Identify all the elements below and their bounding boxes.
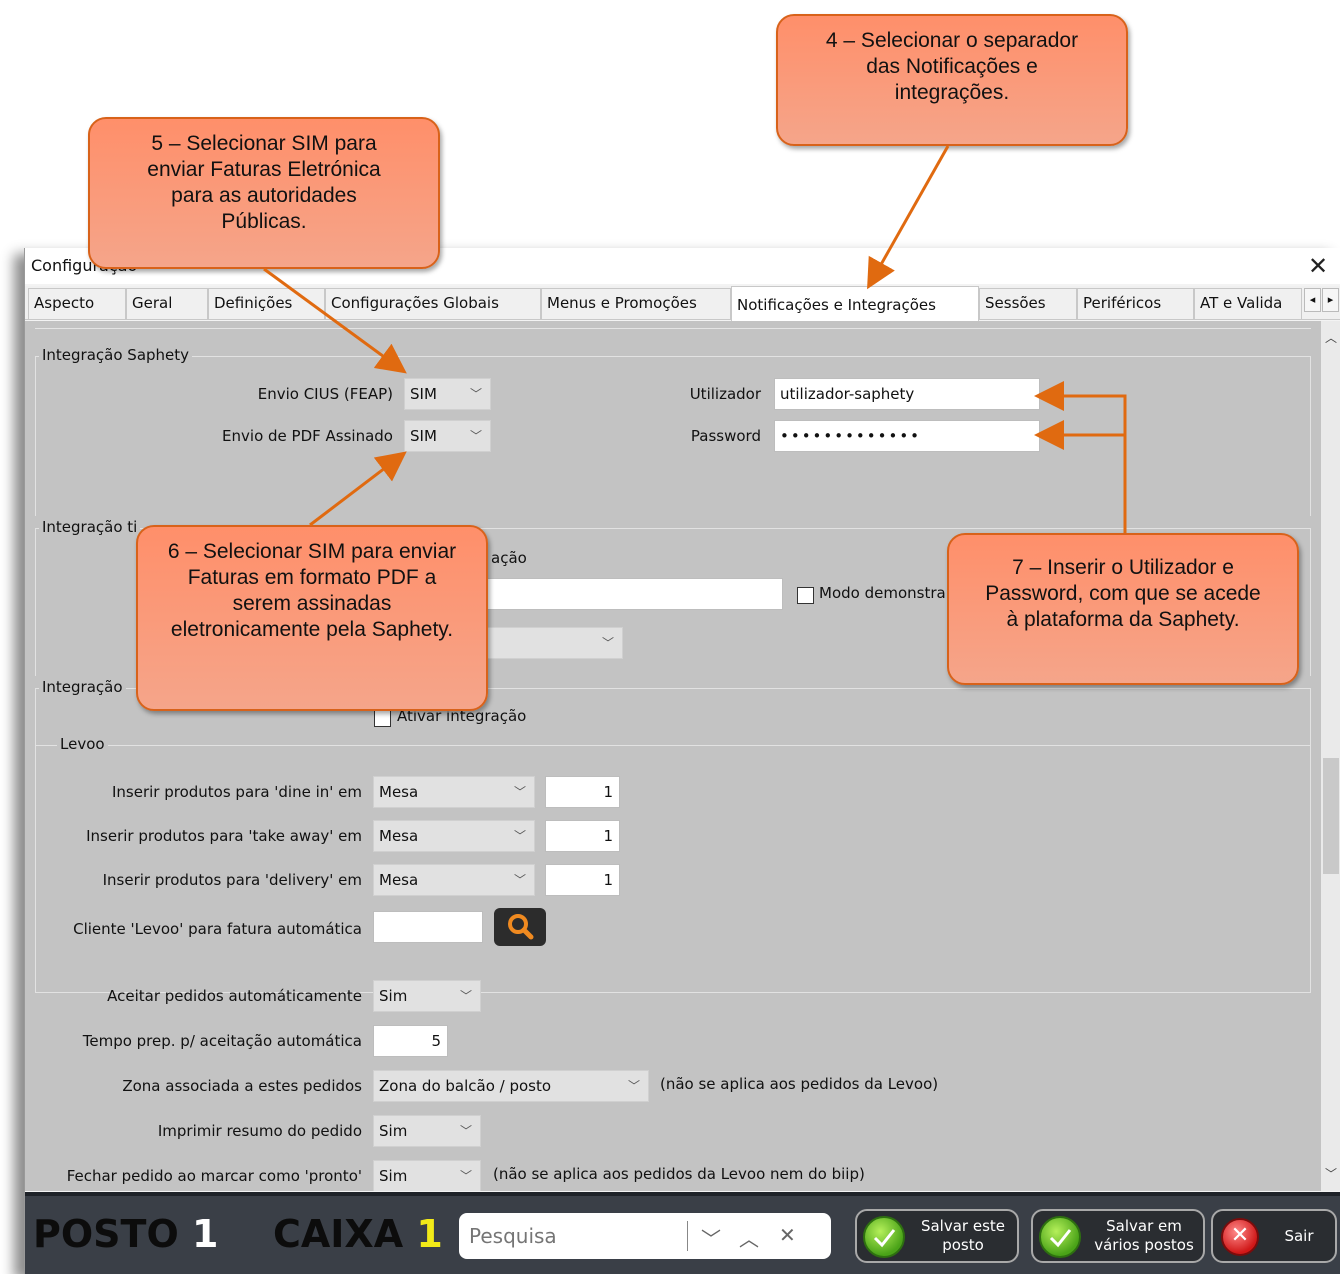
- tab-configuracoes-globais[interactable]: Configurações Globais: [325, 288, 541, 319]
- tab-scroll-right-icon[interactable]: ▸: [1322, 288, 1339, 312]
- configuration-window: Configuração ✕ Aspecto Geral Definições …: [24, 248, 1340, 1274]
- password-label: Password: [690, 427, 761, 445]
- vertical-scrollbar[interactable]: ︿ ﹀: [1321, 321, 1340, 1191]
- print-summary-label: Imprimir resumo do pedido: [157, 1122, 362, 1140]
- levoo-client-field[interactable]: [373, 911, 483, 943]
- chevron-down-icon: ﹀: [469, 429, 482, 443]
- save-this-button[interactable]: Salvar este posto: [855, 1209, 1019, 1263]
- close-order-label: Fechar pedido ao marcar como 'pronto': [66, 1167, 362, 1185]
- magnifier-icon: [508, 914, 534, 940]
- levoo-delivery-number[interactable]: 1: [545, 864, 620, 896]
- close-icon[interactable]: ✕: [1301, 250, 1335, 282]
- levoo-dinein-label: Inserir produtos para 'dine in' em: [111, 783, 362, 801]
- password-field[interactable]: •••••••••••••: [774, 420, 1040, 452]
- user-label: Utilizador: [689, 385, 761, 403]
- zone-label: Zona associada a estes pedidos: [122, 1077, 362, 1095]
- tab-at-validacao[interactable]: AT e Valida: [1194, 288, 1302, 319]
- tab-definicoes[interactable]: Definições: [208, 288, 325, 319]
- tab-perifericos[interactable]: Periféricos: [1077, 288, 1194, 319]
- chevron-down-icon: ﹀: [459, 1124, 472, 1138]
- pdf-signed-label: Envio de PDF Assinado: [222, 427, 393, 445]
- tab-notificacoes-integracoes[interactable]: Notificações e Integrações: [731, 286, 979, 321]
- group-label-integration: Integração: [39, 678, 126, 696]
- tab-sessoes[interactable]: Sessões: [979, 288, 1077, 319]
- close-icon: ✕: [1221, 1218, 1259, 1256]
- group-label-levoo: Levoo: [57, 735, 108, 753]
- group-label-ticket: Integração ti: [39, 518, 141, 536]
- pdf-signed-select[interactable]: SIM ﹀: [404, 420, 491, 452]
- callout-step-7: 7 – Inserir o Utilizador e Password, com…: [947, 533, 1299, 685]
- scrollbar-thumb[interactable]: [1323, 758, 1339, 874]
- search-input[interactable]: [467, 1223, 677, 1249]
- prep-time-field[interactable]: 5: [373, 1025, 448, 1057]
- cius-select[interactable]: SIM ﹀: [404, 378, 491, 410]
- search-client-button[interactable]: [494, 908, 546, 946]
- auto-accept-label: Aceitar pedidos automáticamente: [107, 987, 362, 1005]
- zone-select[interactable]: Zona do balcão / posto ﹀: [373, 1070, 649, 1102]
- chevron-up-icon[interactable]: ︿: [739, 1223, 759, 1252]
- chevron-down-icon: ﹀: [601, 636, 614, 650]
- close-order-select[interactable]: Sim ﹀: [373, 1160, 481, 1191]
- scroll-down-icon[interactable]: ﹀: [1321, 1165, 1340, 1182]
- bottom-bar: POSTO 1 CAIXA 1 ﹀ ︿ ✕ Salvar este posto …: [25, 1192, 1340, 1274]
- activate-integration-checkbox[interactable]: [374, 710, 391, 727]
- chevron-down-icon: ﹀: [513, 873, 526, 887]
- chevron-down-icon: ﹀: [459, 1169, 472, 1183]
- levoo-dinein-number[interactable]: 1: [545, 776, 620, 808]
- settings-panel: Integração Saphety Envio CIUS (FEAP) SIM…: [25, 321, 1321, 1191]
- callout-step-6: 6 – Selecionar SIM para enviar Faturas e…: [136, 525, 488, 711]
- search-box: ﹀ ︿ ✕: [459, 1213, 831, 1259]
- tab-bar: Aspecto Geral Definições Configurações G…: [25, 286, 1340, 321]
- posto-indicator: POSTO 1: [33, 1212, 219, 1256]
- clear-search-icon[interactable]: ✕: [779, 1223, 796, 1247]
- levoo-takeaway-label: Inserir produtos para 'take away' em: [86, 827, 362, 845]
- levoo-client-label: Cliente 'Levoo' para fatura automática: [73, 920, 362, 938]
- exit-button[interactable]: ✕ Sair: [1211, 1209, 1337, 1263]
- chevron-down-icon: ﹀: [459, 989, 472, 1003]
- levoo-takeaway-number[interactable]: 1: [545, 820, 620, 852]
- tab-aspecto[interactable]: Aspecto: [28, 288, 126, 319]
- levoo-delivery-select[interactable]: Mesa ﹀: [373, 864, 535, 896]
- close-order-note: (não se aplica aos pedidos da Levoo nem …: [493, 1165, 865, 1183]
- save-many-button[interactable]: Salvar em vários postos: [1031, 1209, 1205, 1263]
- tab-menus-promocoes[interactable]: Menus e Promoções: [541, 288, 731, 319]
- chevron-down-icon: ﹀: [469, 387, 482, 401]
- levoo-takeaway-select[interactable]: Mesa ﹀: [373, 820, 535, 852]
- scroll-up-icon[interactable]: ︿: [1321, 329, 1340, 346]
- levoo-delivery-label: Inserir produtos para 'delivery' em: [102, 871, 362, 889]
- user-field[interactable]: utilizador-saphety: [774, 378, 1040, 410]
- chevron-down-icon[interactable]: ﹀: [701, 1223, 721, 1252]
- prep-time-label: Tempo prep. p/ aceitação automática: [82, 1032, 362, 1050]
- chevron-down-icon: ﹀: [513, 785, 526, 799]
- callout-step-4: 4 – Selecionar o separador das Notificaç…: [776, 14, 1128, 146]
- chevron-down-icon: ﹀: [627, 1079, 640, 1093]
- levoo-dinein-select[interactable]: Mesa ﹀: [373, 776, 535, 808]
- ticket-activate-label: ação: [491, 549, 527, 567]
- tab-scroll-left-icon[interactable]: ◂: [1304, 288, 1321, 312]
- auto-accept-select[interactable]: Sim ﹀: [373, 980, 481, 1012]
- demo-mode-label: Modo demonstra: [819, 584, 946, 602]
- caixa-indicator: CAIXA 1: [273, 1212, 443, 1256]
- group-label-saphety: Integração Saphety: [39, 346, 193, 364]
- cius-label: Envio CIUS (FEAP): [257, 385, 393, 403]
- checkmark-icon: [1039, 1216, 1081, 1258]
- tab-geral[interactable]: Geral: [126, 288, 208, 319]
- callout-step-5: 5 – Selecionar SIM para enviar Faturas E…: [88, 117, 440, 269]
- chevron-down-icon: ﹀: [513, 829, 526, 843]
- checkmark-icon: [863, 1216, 905, 1258]
- demo-mode-checkbox[interactable]: [797, 587, 814, 604]
- print-summary-select[interactable]: Sim ﹀: [373, 1115, 481, 1147]
- ticket-select[interactable]: ﹀: [475, 627, 623, 659]
- zone-note: (não se aplica aos pedidos da Levoo): [660, 1075, 939, 1093]
